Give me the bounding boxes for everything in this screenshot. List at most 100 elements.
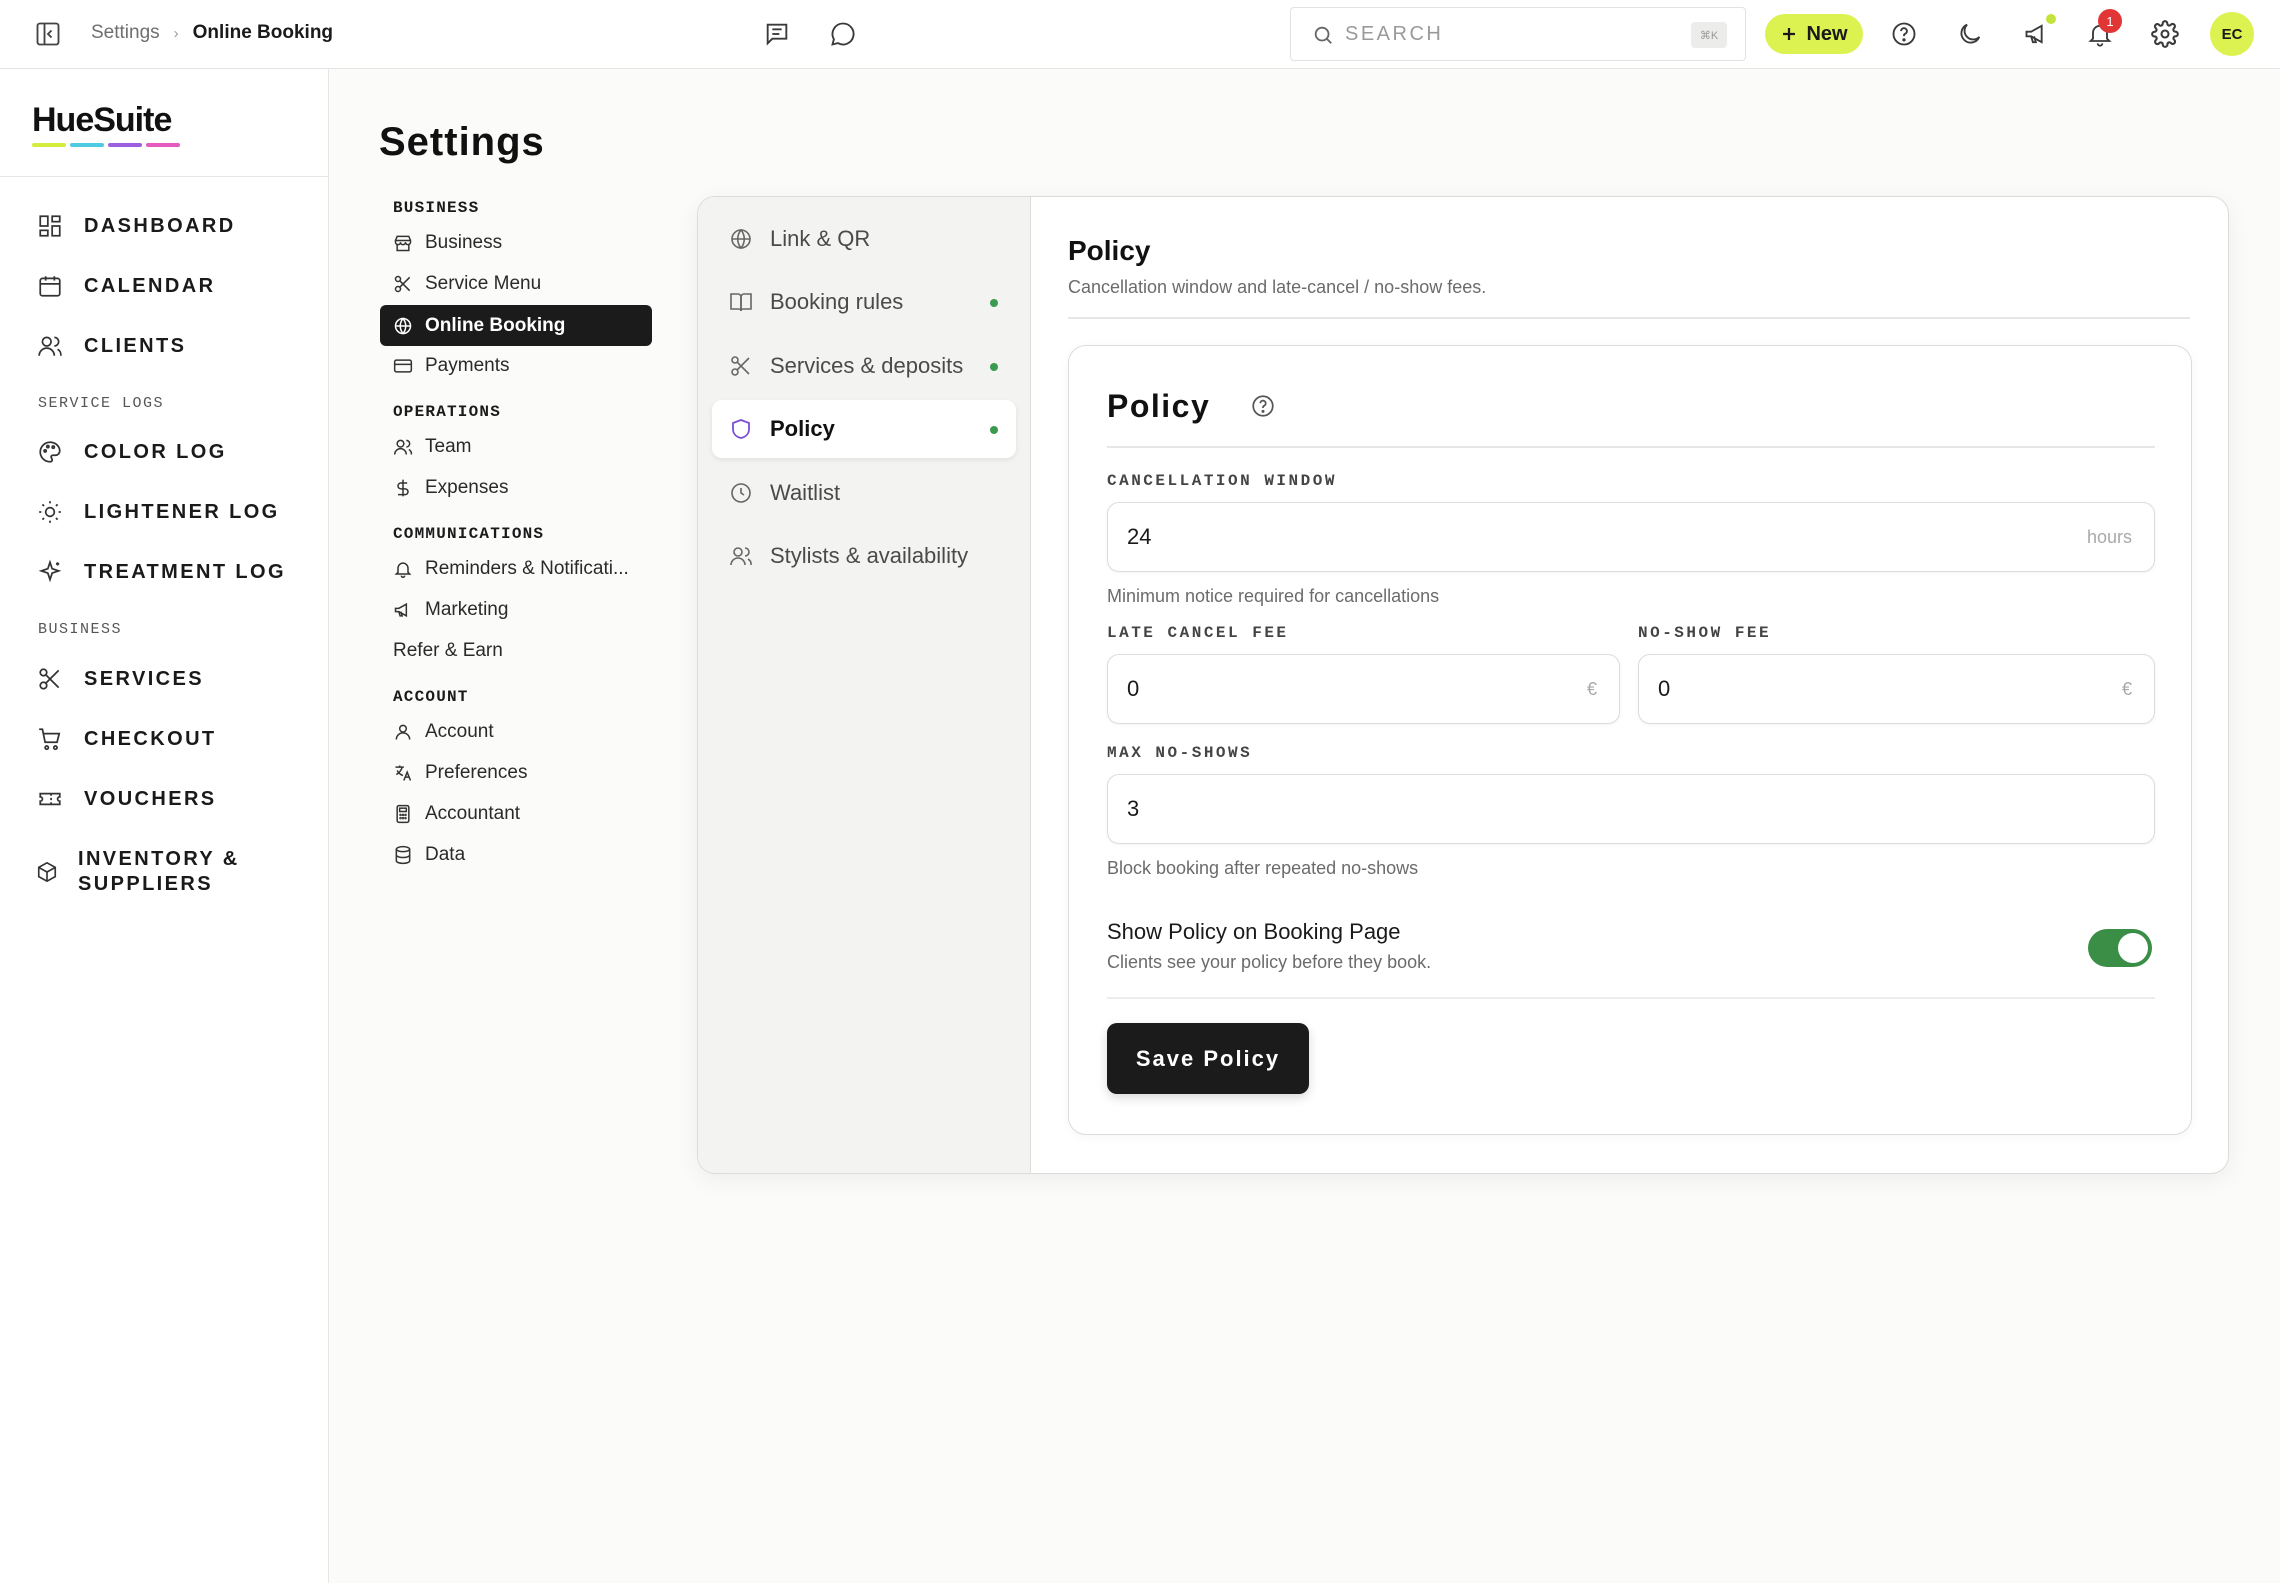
brand-logo[interactable]: HueSuite xyxy=(32,101,180,147)
sidebar-item-services[interactable]: SERVICES xyxy=(36,665,204,693)
settings-item-team[interactable]: Team xyxy=(393,436,471,458)
settings-item-label: Service Menu xyxy=(425,273,542,294)
max-no-shows-label: MAX NO-SHOWS xyxy=(1107,744,1253,762)
status-dot xyxy=(990,426,998,434)
store-icon xyxy=(393,233,413,253)
gear-icon[interactable] xyxy=(2150,19,2180,49)
sidebar-item-label: LIGHTENER LOG xyxy=(84,500,280,523)
subnav-waitlist[interactable]: Waitlist xyxy=(712,464,1016,522)
search-input[interactable] xyxy=(1345,18,1645,50)
settings-item-accountant[interactable]: Accountant xyxy=(393,803,520,825)
settings-item-label: Team xyxy=(425,436,472,457)
scissors-icon xyxy=(393,274,413,294)
user-icon xyxy=(393,722,413,742)
globe-icon xyxy=(728,226,754,252)
cancellation-window-help: Minimum notice required for cancellation… xyxy=(1107,586,1440,606)
subnav-label: Link & QR xyxy=(770,226,871,251)
subnav-stylists-availability[interactable]: Stylists & availability xyxy=(712,527,1016,585)
settings-item-reminders[interactable]: Reminders & Notificati... xyxy=(393,558,629,580)
settings-item-label: Preferences xyxy=(425,762,528,783)
card-icon xyxy=(393,356,413,376)
settings-section-account: ACCOUNT xyxy=(393,688,469,706)
settings-section-business: BUSINESS xyxy=(393,199,480,217)
sidebar-section-business: BUSINESS xyxy=(38,621,123,638)
late-cancel-fee-field[interactable]: € xyxy=(1107,654,1620,724)
settings-item-data[interactable]: Data xyxy=(393,844,465,866)
box-icon xyxy=(36,861,58,883)
sidebar-item-label: TREATMENT LOG xyxy=(84,560,286,583)
sidebar-item-label: DASHBOARD xyxy=(84,214,236,237)
feedback-icon[interactable] xyxy=(762,19,792,49)
dollar-icon xyxy=(393,478,413,498)
no-show-fee-input[interactable] xyxy=(1658,673,2070,705)
sidebar-item-vouchers[interactable]: VOUCHERS xyxy=(36,785,217,813)
sparkle-icon xyxy=(36,558,64,586)
divider xyxy=(1068,317,2190,319)
late-cancel-fee-input[interactable] xyxy=(1127,673,1536,705)
search-icon xyxy=(1311,23,1335,47)
avatar[interactable]: EC xyxy=(2210,12,2254,56)
help-icon[interactable] xyxy=(1249,392,1277,420)
sidebar-item-inventory[interactable]: INVENTORY & SUPPLIERS xyxy=(36,847,240,897)
policy-card-title: Policy xyxy=(1107,388,1211,424)
sidebar-item-lightener-log[interactable]: LIGHTENER LOG xyxy=(36,498,280,526)
translate-icon xyxy=(393,763,413,783)
subnav-link-qr[interactable]: Link & QR xyxy=(712,210,1016,268)
cancellation-window-input[interactable] xyxy=(1127,521,1964,553)
megaphone-icon[interactable] xyxy=(2022,19,2052,49)
no-show-fee-field[interactable]: € xyxy=(1638,654,2155,724)
settings-item-expenses[interactable]: Expenses xyxy=(393,477,508,499)
users-icon xyxy=(36,332,64,360)
new-button[interactable]: New xyxy=(1765,14,1863,54)
settings-item-preferences[interactable]: Preferences xyxy=(393,762,527,784)
sidebar-item-treatment-log[interactable]: TREATMENT LOG xyxy=(36,558,286,586)
breadcrumb-parent[interactable]: Settings xyxy=(91,22,160,44)
megaphone-icon xyxy=(393,600,413,620)
sidebar-item-clients[interactable]: CLIENTS xyxy=(36,332,186,360)
settings-item-online-booking[interactable]: Online Booking xyxy=(380,305,652,346)
settings-item-service-menu[interactable]: Service Menu xyxy=(393,273,541,295)
settings-item-account[interactable]: Account xyxy=(393,721,494,743)
policy-header-title: Policy xyxy=(1068,235,1151,266)
subnav-label: Policy xyxy=(770,416,835,441)
subnav-label: Waitlist xyxy=(770,480,841,505)
divider xyxy=(1107,997,2155,999)
late-cancel-fee-label: LATE CANCEL FEE xyxy=(1107,624,1289,642)
max-no-shows-input[interactable] xyxy=(1127,793,1964,825)
sun-icon xyxy=(36,498,64,526)
sidebar-item-checkout[interactable]: CHECKOUT xyxy=(36,725,217,753)
cancellation-window-field[interactable]: hours xyxy=(1107,502,2155,572)
sidebar-item-color-log[interactable]: COLOR LOG xyxy=(36,438,227,466)
subnav-policy[interactable]: Policy xyxy=(712,400,1016,458)
online-booking-subnav: Link & QR Booking rules Services & depos… xyxy=(698,197,1031,1173)
brand-color-bars xyxy=(32,143,180,147)
settings-item-marketing[interactable]: Marketing xyxy=(393,599,508,621)
hours-suffix: hours xyxy=(2086,527,2132,547)
toggle-knob xyxy=(2118,933,2148,963)
policy-content: Policy Cancellation window and late-canc… xyxy=(1031,197,2228,1173)
settings-item-label: Business xyxy=(425,232,503,253)
moon-icon[interactable] xyxy=(1955,19,1985,49)
book-icon xyxy=(728,289,754,315)
new-button-label: New xyxy=(1806,22,1848,45)
chat-icon[interactable] xyxy=(828,19,858,49)
sidebar-item-dashboard[interactable]: DASHBOARD xyxy=(36,212,236,240)
search-bar[interactable]: ⌘K xyxy=(1290,7,1746,61)
status-dot xyxy=(990,363,998,371)
settings-item-label: Expenses xyxy=(425,477,509,498)
settings-item-label: Payments xyxy=(425,355,510,376)
help-icon[interactable] xyxy=(1889,19,1919,49)
max-no-shows-field[interactable] xyxy=(1107,774,2155,844)
sidebar-collapse-icon[interactable] xyxy=(34,20,62,48)
save-policy-button[interactable]: Save Policy xyxy=(1107,1023,1309,1094)
sidebar-item-calendar[interactable]: CALENDAR xyxy=(36,272,215,300)
settings-item-business[interactable]: Business xyxy=(393,232,502,254)
settings-item-refer-earn[interactable]: Refer & Earn xyxy=(393,640,503,662)
settings-section-communications: COMMUNICATIONS xyxy=(393,525,545,543)
bell-icon xyxy=(393,559,413,579)
subnav-booking-rules[interactable]: Booking rules xyxy=(712,273,1016,331)
breadcrumb: Settings › Online Booking xyxy=(91,22,333,44)
subnav-services-deposits[interactable]: Services & deposits xyxy=(712,337,1016,395)
show-policy-toggle[interactable] xyxy=(2088,929,2152,967)
settings-item-payments[interactable]: Payments xyxy=(393,355,509,377)
